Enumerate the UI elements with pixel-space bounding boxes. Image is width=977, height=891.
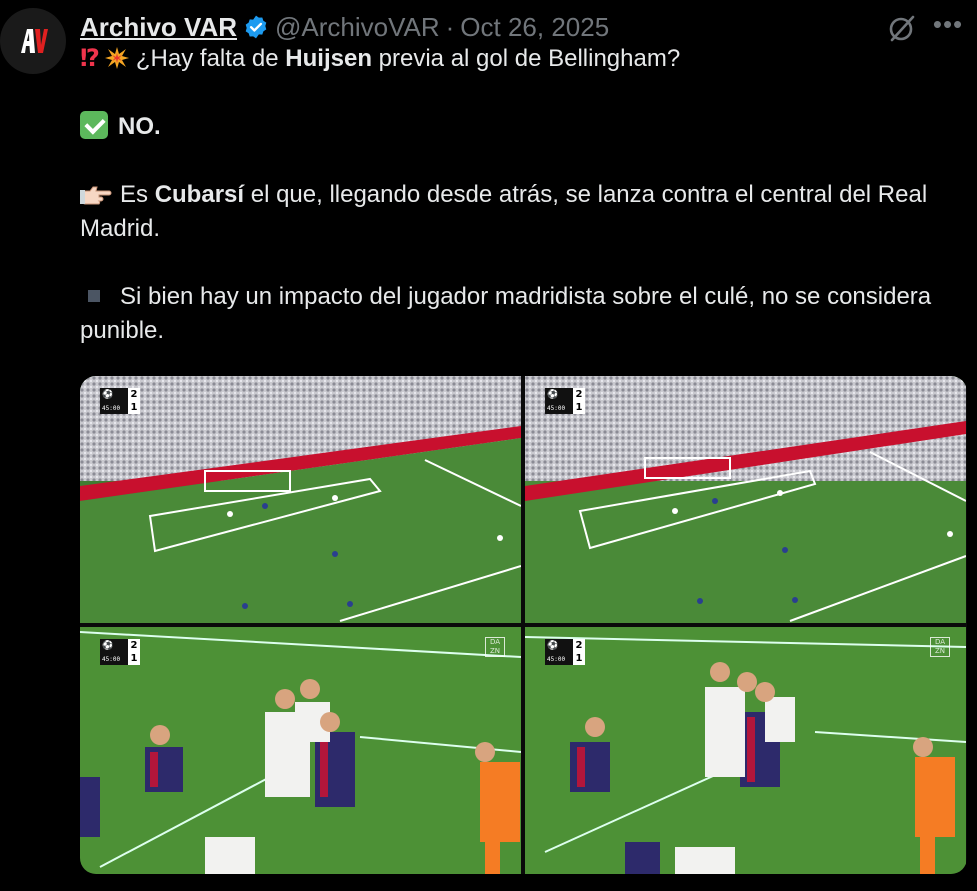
collision-icon <box>104 42 130 76</box>
tweet-date[interactable]: Oct 26, 2025 <box>460 12 609 43</box>
close-up-image <box>80 627 521 874</box>
question-suffix: previa al gol de Bellingham? <box>371 45 681 72</box>
author-name[interactable]: Archivo VAR <box>80 12 237 43</box>
dazn-logo: DA ZN <box>930 637 950 657</box>
wide-shot-image <box>525 376 966 623</box>
score: 21 <box>573 388 585 414</box>
separator-dot: · <box>445 11 455 42</box>
score: 21 <box>128 639 140 665</box>
line-explanation: Es Cubarsí el que, llegando desde atrás,… <box>80 178 960 246</box>
explanation-prefix: Es <box>120 181 155 208</box>
tweet-text: ⁉ ¿Hay falta de Huijsen previa al gol de … <box>80 42 960 348</box>
dazn-logo: DA ZN <box>485 637 505 657</box>
score: 21 <box>128 388 140 414</box>
scorebug: ⚽ 45:00 <box>100 639 130 665</box>
conclusion-text: Si bien hay un impacto del jugador madri… <box>80 283 932 344</box>
tweet-header: Archivo VAR @ArchivoVAR · Oct 26, 2025 <box>80 10 609 44</box>
grok-icon[interactable] <box>886 12 918 44</box>
media-grid[interactable]: ⚽ 45:00 21 ⚽ 45:00 21 ⚽ 45:00 2 1 DA ZN … <box>80 376 967 874</box>
answer-no: NO. <box>118 113 161 140</box>
score: 21 <box>573 639 585 665</box>
author-handle[interactable]: @ArchivoVAR <box>275 12 440 43</box>
scorebug: ⚽ 45:00 <box>100 388 130 414</box>
line-question: ⁉ ¿Hay falta de Huijsen previa al gol de … <box>80 42 960 76</box>
scorebug: ⚽ 45:00 <box>545 639 575 665</box>
line-answer: NO. <box>80 110 960 144</box>
pointing-hand-icon <box>80 186 112 205</box>
image-wide-shot-1[interactable]: ⚽ 45:00 21 <box>80 376 521 623</box>
verified-badge-icon <box>245 15 267 39</box>
image-close-up-1[interactable]: ⚽ 45:00 21 DA ZN <box>80 627 521 874</box>
square-bullet-icon <box>88 290 100 302</box>
close-up-image <box>525 627 966 874</box>
player-cubarsi: Cubarsí <box>154 181 245 208</box>
avatar[interactable] <box>0 8 66 74</box>
avatar-logo <box>21 29 48 53</box>
image-close-up-2[interactable]: ⚽ 45:00 21 DA ZN <box>525 627 966 874</box>
check-mark-icon <box>80 111 108 139</box>
question-prefix: ¿Hay falta de <box>135 45 286 72</box>
wide-shot-image <box>80 376 521 623</box>
image-wide-shot-2[interactable]: ⚽ 45:00 21 <box>525 376 966 623</box>
player-huijsen: Huijsen <box>285 45 372 72</box>
line-conclusion: Si bien hay un impacto del jugador madri… <box>80 280 960 348</box>
exclamation-question-icon: ⁉ <box>80 45 100 72</box>
scorebug: ⚽ 45:00 <box>545 388 575 414</box>
more-icon[interactable]: ••• <box>930 11 966 42</box>
